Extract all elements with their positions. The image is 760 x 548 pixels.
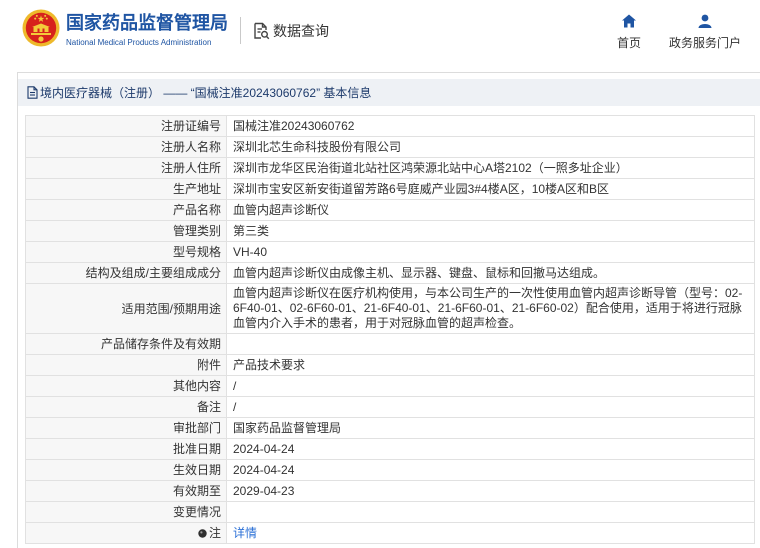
- field-label: 批准日期: [25, 438, 227, 460]
- field-value: 深圳市龙华区民治街道北站社区鸿荣源北站中心A塔2102（一照多址企业）: [226, 157, 755, 179]
- field-label: 注册人住所: [25, 157, 227, 179]
- record-info-table: 注册证编号 国械注准20243060762 注册人名称 深圳北芯生命科技股份有限…: [25, 115, 755, 544]
- agency-name: 国家药品监督管理局: [66, 13, 228, 33]
- field-label: 生效日期: [25, 459, 227, 481]
- field-label: 注册人名称: [25, 136, 227, 158]
- field-label-note: 注: [25, 522, 227, 544]
- field-value: 国械注准20243060762: [226, 115, 755, 137]
- field-value: [226, 501, 755, 523]
- search-document-icon: [252, 22, 270, 40]
- field-value: 深圳市宝安区新安街道留芳路6号庭威产业园3#4楼A区，10楼A区和B区: [226, 178, 755, 200]
- field-value: /: [226, 375, 755, 397]
- home-icon: [622, 14, 636, 28]
- field-label: 适用范围/预期用途: [25, 283, 227, 334]
- agency-brand-link[interactable]: 国家药品监督管理局 National Medical Products Admi…: [20, 8, 235, 52]
- table-row: 批准日期 2024-04-24: [25, 438, 755, 460]
- field-value: 2029-04-23: [226, 480, 755, 502]
- field-value: 血管内超声诊断仪在医疗机构使用，与本公司生产的一次性使用血管内超声诊断导管（型号…: [226, 283, 755, 334]
- record-title-bar: 境内医疗器械（注册） —— “国械注准20243060762” 基本信息: [18, 79, 760, 106]
- field-value: 详情: [226, 522, 755, 544]
- field-label: 附件: [25, 354, 227, 376]
- field-label: 审批部门: [25, 417, 227, 439]
- table-row: 注册人名称 深圳北芯生命科技股份有限公司: [25, 136, 755, 158]
- field-value: 2024-04-24: [226, 438, 755, 460]
- field-value: 血管内超声诊断仪: [226, 199, 755, 221]
- document-icon: [27, 86, 38, 99]
- field-label: 管理类别: [25, 220, 227, 242]
- field-label: 变更情况: [25, 501, 227, 523]
- table-row: 适用范围/预期用途 血管内超声诊断仪在医疗机构使用，与本公司生产的一次性使用血管…: [25, 283, 755, 334]
- details-link[interactable]: 详情: [233, 526, 257, 540]
- table-row: 型号规格 VH-40: [25, 241, 755, 263]
- field-value: 血管内超声诊断仪由成像主机、显示器、键盘、鼠标和回撤马达组成。: [226, 262, 755, 284]
- table-row: 附件 产品技术要求: [25, 354, 755, 376]
- table-row: 注册证编号 国械注准20243060762: [25, 115, 755, 137]
- field-value: 第三类: [226, 220, 755, 242]
- agency-name-english: National Medical Products Administration: [66, 38, 212, 47]
- field-value: [226, 333, 755, 355]
- table-row: 备注 /: [25, 396, 755, 418]
- field-label: 结构及组成/主要组成成分: [25, 262, 227, 284]
- field-value: 2024-04-24: [226, 459, 755, 481]
- field-label: 注册证编号: [25, 115, 227, 137]
- record-panel: 境内医疗器械（注册） —— “国械注准20243060762” 基本信息 注册证…: [17, 72, 760, 548]
- record-title: 境内医疗器械（注册） —— “国械注准20243060762” 基本信息: [40, 86, 372, 100]
- field-value: 深圳北芯生命科技股份有限公司: [226, 136, 755, 158]
- table-row: 产品储存条件及有效期: [25, 333, 755, 355]
- table-row: 结构及组成/主要组成成分 血管内超声诊断仪由成像主机、显示器、键盘、鼠标和回撤马…: [25, 262, 755, 284]
- nav-service-portal-link[interactable]: 政务服务门户: [667, 14, 743, 50]
- table-row: 生效日期 2024-04-24: [25, 459, 755, 481]
- nav-home-label: 首页: [616, 36, 641, 50]
- table-row: 产品名称 血管内超声诊断仪: [25, 199, 755, 221]
- site-header: 国家药品监督管理局 National Medical Products Admi…: [0, 0, 760, 62]
- field-label: 备注: [25, 396, 227, 418]
- note-label: 注: [208, 526, 221, 540]
- field-value: /: [226, 396, 755, 418]
- table-row: 审批部门 国家药品监督管理局: [25, 417, 755, 439]
- national-emblem-icon: [22, 9, 60, 47]
- nav-service-portal-label: 政务服务门户: [668, 36, 741, 50]
- data-query-link[interactable]: 数据查询: [252, 20, 329, 42]
- header-divider: [240, 17, 241, 44]
- user-icon: [698, 14, 712, 28]
- table-row: 其他内容 /: [25, 375, 755, 397]
- field-label: 有效期至: [25, 480, 227, 502]
- table-row: 生产地址 深圳市宝安区新安街道留芳路6号庭威产业园3#4楼A区，10楼A区和B区: [25, 178, 755, 200]
- field-label: 型号规格: [25, 241, 227, 263]
- field-value: VH-40: [226, 241, 755, 263]
- table-row: 变更情况: [25, 501, 755, 523]
- table-row: 管理类别 第三类: [25, 220, 755, 242]
- field-label: 产品名称: [25, 199, 227, 221]
- field-value: 产品技术要求: [226, 354, 755, 376]
- field-label: 生产地址: [25, 178, 227, 200]
- table-row: 有效期至 2029-04-23: [25, 480, 755, 502]
- field-label: 其他内容: [25, 375, 227, 397]
- field-label: 产品储存条件及有效期: [25, 333, 227, 355]
- nav-home-link[interactable]: 首页: [606, 14, 652, 50]
- section-title: 数据查询: [273, 23, 329, 39]
- tip-icon: [198, 527, 207, 538]
- field-value: 国家药品监督管理局: [226, 417, 755, 439]
- table-row: 注 详情: [25, 522, 755, 544]
- table-row: 注册人住所 深圳市龙华区民治街道北站社区鸿荣源北站中心A塔2102（一照多址企业…: [25, 157, 755, 179]
